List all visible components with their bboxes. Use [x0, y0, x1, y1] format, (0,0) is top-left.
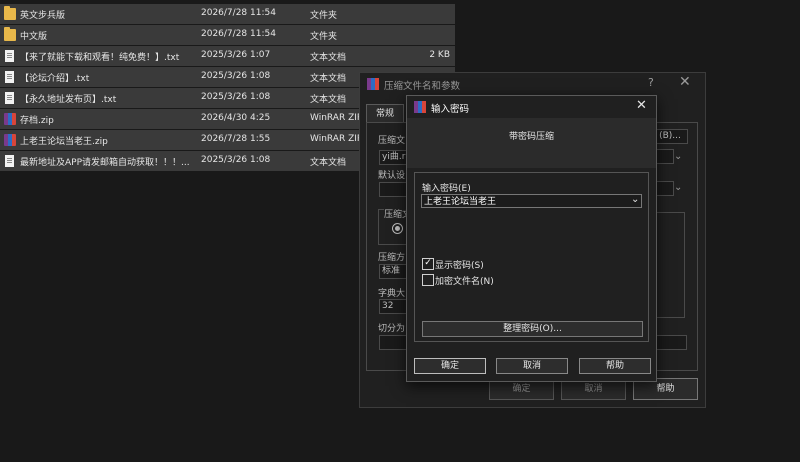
dictionary-select[interactable]: 32: [379, 299, 409, 314]
file-type: WinRAR ZIP: [310, 134, 363, 144]
chevron-down-icon[interactable]: ⌄: [631, 194, 639, 205]
file-date: 2026/7/28 1:55: [201, 134, 271, 144]
archive-name-label: 压缩文: [378, 136, 406, 146]
help-button[interactable]: 帮助: [579, 358, 651, 374]
dialog-header: 带密码压缩: [407, 118, 656, 168]
profile-select[interactable]: [379, 182, 409, 197]
ok-button[interactable]: 确定: [414, 358, 486, 374]
file-type: 文件夹: [310, 32, 338, 42]
close-icon[interactable]: ✕: [636, 98, 647, 113]
winrar-zip-icon: [4, 113, 16, 125]
folder-icon: [4, 6, 16, 20]
chevron-down-icon[interactable]: ⌄: [674, 182, 682, 193]
winrar-icon: [367, 78, 379, 90]
file-type: 文本文档: [310, 95, 347, 105]
folder-icon: [4, 27, 16, 41]
organize-passwords-button[interactable]: 整理密码(O)...: [422, 321, 643, 337]
file-name: 【论坛介绍】.txt: [20, 74, 90, 84]
password-input[interactable]: 上老王论坛当老王: [421, 194, 642, 208]
show-password-label[interactable]: 显示密码(S): [435, 258, 484, 271]
file-date: 2026/7/28 11:54: [201, 8, 276, 18]
format-radio[interactable]: [392, 223, 403, 234]
file-name: 英文步兵版: [20, 11, 66, 21]
winrar-zip-icon: [4, 134, 16, 146]
file-name: 中文版: [20, 32, 48, 42]
text-file-icon: [5, 50, 14, 62]
title-bar: 输入密码 ✕: [407, 96, 656, 118]
dictionary-label: 字典大: [378, 289, 406, 299]
file-row[interactable]: 英文步兵版 2026/7/28 11:54 文件夹: [0, 4, 455, 24]
file-date: 2026/7/28 11:54: [201, 29, 276, 39]
split-select[interactable]: [379, 335, 409, 350]
show-password-checkbox[interactable]: ✓: [422, 258, 434, 270]
tab-general[interactable]: 常规: [366, 104, 404, 123]
dialog-title: 输入密码: [431, 104, 470, 115]
dialog-title: 压缩文件名和参数: [384, 81, 461, 92]
file-row[interactable]: 中文版 2026/7/28 11:54 文件夹: [0, 25, 455, 45]
method-label: 压缩方: [378, 253, 406, 263]
file-name: 最新地址及APP请发邮箱自动获取！！！...: [20, 158, 190, 168]
password-label: 输入密码(E): [422, 184, 471, 194]
file-row[interactable]: 【来了就能下载和观看！纯免费！】.txt 2025/3/26 1:07 文本文档 2 …: [0, 46, 455, 66]
enter-password-dialog: 输入密码 ✕ 带密码压缩 输入密码(E) 上老王论坛当老王 ⌄ ✓ 显示密码(S…: [406, 95, 657, 382]
file-date: 2026/4/30 4:25: [201, 113, 271, 123]
file-type: 文本文档: [310, 74, 347, 84]
file-date: 2025/3/26 1:07: [201, 50, 271, 60]
chevron-down-icon[interactable]: ⌄: [674, 151, 682, 162]
text-file-icon: [5, 71, 14, 83]
file-type: WinRAR ZIP: [310, 113, 363, 123]
file-name: 【永久地址发布页】.txt: [20, 95, 117, 105]
winrar-icon: [414, 101, 426, 113]
file-type: 文件夹: [310, 11, 338, 21]
text-file-icon: [5, 155, 14, 167]
file-name: 存档.zip: [20, 116, 54, 126]
encrypt-filenames-label[interactable]: 加密文件名(N): [435, 274, 494, 287]
default-profile-label: 默认设: [378, 171, 406, 181]
text-file-icon: [5, 92, 14, 104]
encrypt-filenames-checkbox[interactable]: [422, 274, 434, 286]
file-type: 文本文档: [310, 158, 347, 168]
file-name: 【来了就能下载和观看！纯免费！】.txt: [20, 53, 180, 63]
header-text: 带密码压缩: [508, 132, 554, 142]
file-size: 2 KB: [429, 50, 450, 60]
cancel-button[interactable]: 取消: [496, 358, 568, 374]
file-type: 文本文档: [310, 53, 347, 63]
file-date: 2025/3/26 1:08: [201, 155, 271, 165]
file-date: 2025/3/26 1:08: [201, 71, 271, 81]
method-select[interactable]: 标准: [379, 264, 409, 279]
help-icon[interactable]: ?: [648, 76, 654, 89]
close-icon[interactable]: ✕: [679, 74, 691, 90]
split-label: 切分为: [378, 324, 406, 334]
file-name: 上老王论坛当老王.zip: [20, 137, 108, 147]
file-date: 2025/3/26 1:08: [201, 92, 271, 102]
